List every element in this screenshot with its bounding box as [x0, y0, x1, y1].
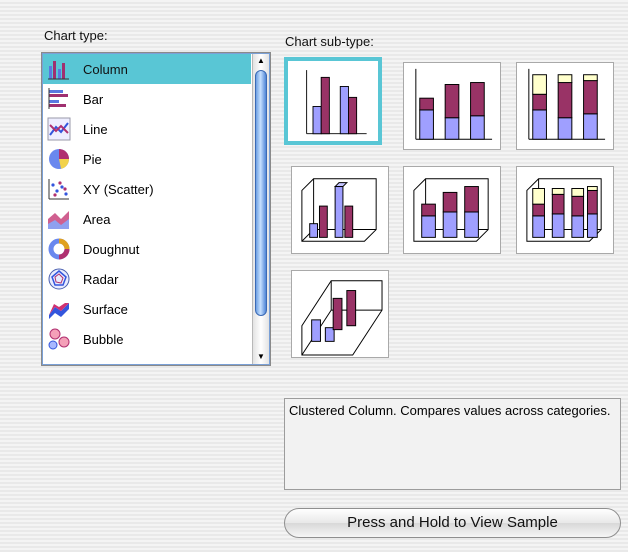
chart-type-item-pie[interactable]: Pie — [43, 144, 251, 174]
chart-type-item-scatter[interactable]: XY (Scatter) — [43, 174, 251, 204]
chart-type-label-text: Bubble — [83, 331, 124, 347]
3d-stacked-column-icon — [413, 178, 489, 242]
doughnut-chart-icon — [45, 235, 73, 263]
chart-type-list[interactable]: Column Bar Line Pie XY (Scatter) Area Do… — [41, 52, 271, 366]
chart-type-label-text: Pie — [83, 151, 102, 167]
radar-chart-icon — [45, 265, 73, 293]
scroll-down-arrow-icon[interactable]: ▼ — [253, 350, 269, 364]
percent-stacked-column-icon — [528, 68, 606, 140]
stacked-column-icon — [415, 68, 493, 140]
3d-column-icon — [301, 280, 383, 356]
chart-type-item-area[interactable]: Area — [43, 204, 251, 234]
chart-type-label: Chart type: — [44, 28, 108, 43]
chart-type-item-bar[interactable]: Bar — [43, 84, 251, 114]
surface-chart-icon — [45, 295, 73, 323]
view-sample-button[interactable]: Press and Hold to View Sample — [284, 508, 621, 538]
3d-percent-stacked-column-icon — [526, 178, 602, 242]
chart-type-item-line[interactable]: Line — [43, 114, 251, 144]
subtype-3d-stacked-column[interactable] — [403, 166, 501, 254]
chart-type-label-text: Column — [83, 61, 128, 77]
chart-type-label-text: Area — [83, 211, 111, 227]
scroll-up-arrow-icon[interactable]: ▲ — [253, 54, 269, 68]
chart-type-item-column[interactable]: Column — [43, 54, 251, 84]
chart-type-label-text: Doughnut — [83, 241, 140, 257]
line-chart-icon — [45, 115, 73, 143]
chart-type-label-text: Line — [83, 121, 108, 137]
subtype-description: Clustered Column. Compares values across… — [284, 398, 621, 490]
bar-chart-icon — [45, 85, 73, 113]
area-chart-icon — [45, 205, 73, 233]
chart-type-item-doughnut[interactable]: Doughnut — [43, 234, 251, 264]
chart-type-label-text: Surface — [83, 301, 128, 317]
chart-type-item-bubble[interactable]: Bubble — [43, 324, 251, 354]
column-chart-icon — [45, 55, 73, 83]
chart-type-label-text: Radar — [83, 271, 119, 287]
subtype-3d-100-percent-stacked-column[interactable] — [516, 166, 614, 254]
chart-subtype-label: Chart sub-type: — [285, 34, 374, 49]
chart-type-item-radar[interactable]: Radar — [43, 264, 251, 294]
clustered-column-icon — [306, 70, 367, 135]
scroll-thumb[interactable] — [255, 70, 267, 316]
subtype-3d-clustered-column[interactable] — [291, 166, 389, 254]
subtype-stacked-column[interactable] — [403, 62, 501, 150]
bubble-chart-icon — [45, 325, 73, 353]
subtype-100-percent-stacked-column[interactable] — [516, 62, 614, 150]
scatter-chart-icon — [45, 175, 73, 203]
chart-type-label-text: Bar — [83, 91, 104, 107]
pie-chart-icon — [45, 145, 73, 173]
3d-clustered-column-icon — [301, 178, 377, 242]
subtype-3d-column[interactable] — [291, 270, 389, 358]
chart-type-scrollbar[interactable]: ▲ ▼ — [252, 54, 269, 364]
chart-type-item-surface[interactable]: Surface — [43, 294, 251, 324]
subtype-clustered-column[interactable] — [284, 57, 382, 145]
chart-type-label-text: XY (Scatter) — [83, 181, 154, 197]
